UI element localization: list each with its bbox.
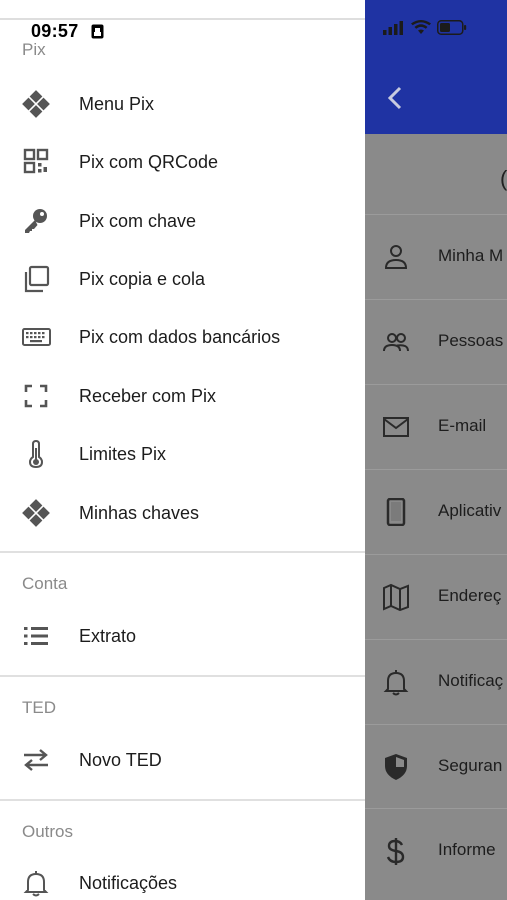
menu-item-pix-qrcode[interactable]: Pix com QRCode — [0, 137, 365, 187]
section-title-pix: Pix — [22, 40, 46, 59]
menu-item-limites-pix[interactable]: Limites Pix — [0, 429, 365, 479]
bell-icon — [383, 670, 409, 696]
section-title-conta: Conta — [22, 574, 68, 593]
dollar-icon — [386, 838, 405, 865]
menu-item-receber-pix[interactable]: Receber com Pix — [0, 371, 365, 421]
menu-item-label: Pix com dados bancários — [79, 327, 281, 347]
background-row-label: Notificaç — [438, 671, 504, 690]
menu-item-label: Minhas chaves — [79, 503, 200, 523]
section-title-ted: TED — [22, 698, 56, 717]
transfer-arrows-icon — [24, 749, 48, 771]
drawer-top-divider — [0, 18, 365, 20]
keyboard-icon — [22, 328, 51, 346]
back-chevron-icon[interactable] — [384, 84, 406, 112]
background-row[interactable]: E-mail — [365, 384, 507, 469]
mail-icon — [383, 417, 409, 437]
menu-item-pix-chave[interactable]: Pix com chave — [0, 196, 365, 246]
section-divider — [0, 551, 365, 553]
status-icons — [383, 20, 467, 35]
key-icon — [25, 209, 47, 233]
orientation-lock-icon — [91, 24, 104, 39]
menu-item-label: Pix com QRCode — [79, 152, 219, 172]
background-row-label: Informe — [438, 840, 496, 859]
people-icon — [383, 333, 409, 352]
background-row-label: Minha M — [438, 246, 504, 265]
qrcode-icon — [23, 148, 49, 174]
background-row-label: Aplicativ — [438, 501, 502, 520]
menu-item-label: Extrato — [79, 626, 137, 646]
menu-item-label: Limites Pix — [79, 444, 167, 464]
background-row[interactable]: Informe — [365, 808, 507, 893]
menu-item-pix-dados-bancarios[interactable]: Pix com dados bancários — [0, 312, 365, 362]
thermometer-icon — [28, 440, 44, 468]
section-title-outros: Outros — [22, 822, 74, 841]
background-row-label: E-mail — [438, 416, 487, 435]
background-row-label: Endereç — [438, 586, 502, 605]
menu-item-minhas-chaves[interactable]: Minhas chaves — [0, 488, 365, 538]
background-row-label: Pessoas — [438, 331, 504, 350]
pix-diamond-icon — [22, 499, 50, 527]
menu-item-label: Notificações — [79, 873, 178, 893]
background-row[interactable]: Aplicativ — [365, 469, 507, 554]
background-row[interactable]: Minha M — [365, 214, 507, 299]
section-divider — [0, 799, 365, 801]
background-row[interactable]: Endereç — [365, 554, 507, 639]
wifi-icon — [411, 20, 431, 34]
menu-item-label: Menu Pix — [79, 94, 155, 114]
signal-icon — [383, 20, 403, 35]
menu-item-novo-ted[interactable]: Novo TED — [0, 735, 365, 785]
battery-icon — [437, 20, 467, 35]
bell-icon — [23, 871, 49, 897]
background-row-label: Seguran — [438, 756, 503, 775]
scan-frame-icon — [24, 384, 48, 408]
pix-diamond-icon — [22, 90, 50, 118]
list-icon — [24, 627, 48, 645]
background-row[interactable]: Notificaç — [365, 639, 507, 724]
map-icon — [383, 583, 409, 611]
menu-item-pix-copia-cola[interactable]: Pix copia e cola — [0, 254, 365, 304]
status-time: 09:57 — [31, 21, 79, 41]
person-icon — [384, 245, 408, 269]
menu-item-label: Receber com Pix — [79, 386, 217, 406]
menu-item-menu-pix[interactable]: Menu Pix — [0, 79, 365, 129]
section-divider — [0, 675, 365, 677]
copy-icon — [24, 265, 50, 293]
menu-item-label: Pix com chave — [79, 211, 197, 231]
background-title: ( — [500, 166, 507, 191]
menu-item-notificacoes[interactable]: Notificações — [0, 858, 365, 900]
background-row[interactable]: Seguran — [365, 724, 507, 809]
menu-item-extrato[interactable]: Extrato — [0, 611, 365, 661]
navigation-drawer: 09:57 Pix Menu Pix Pix com QRCode Pix co… — [0, 0, 365, 900]
menu-item-label: Novo TED — [79, 750, 162, 770]
phone-icon — [386, 498, 406, 526]
background-row[interactable]: Pessoas — [365, 299, 507, 384]
shield-icon — [385, 754, 407, 780]
menu-item-label: Pix copia e cola — [79, 269, 206, 289]
